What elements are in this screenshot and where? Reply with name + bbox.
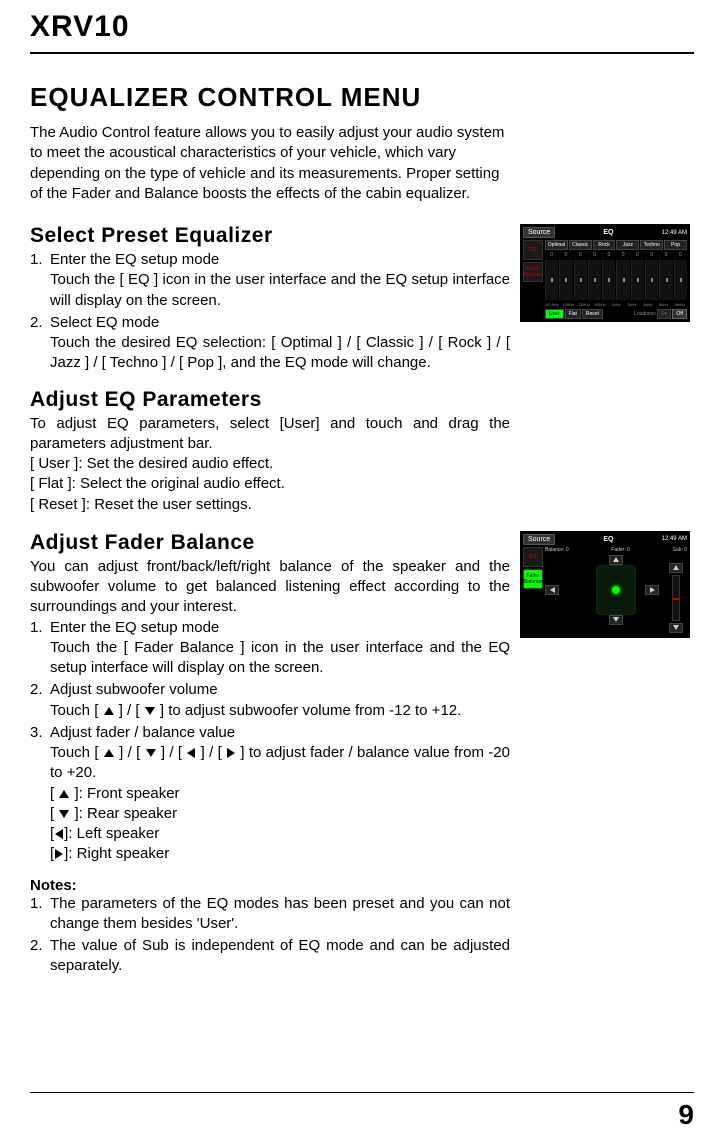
up-triangle-icon bbox=[104, 749, 114, 757]
shot-title: EQ bbox=[603, 229, 613, 236]
down-triangle-icon bbox=[146, 749, 156, 757]
preset-step2-body: Touch the desired EQ selection: [ Optima… bbox=[50, 333, 510, 374]
params-user: [ User ]: Set the desired audio effect. bbox=[30, 454, 510, 474]
balance-value: Balance: 0 bbox=[545, 547, 569, 553]
fader-step3-body: Touch [ ] / [ ] / [ ] / [ ] to adjust fa… bbox=[50, 743, 510, 784]
fader-step2-title: Adjust subwoofer volume bbox=[50, 680, 510, 700]
preset-tabs: Optimal Classic Rock Jazz Techno Pop bbox=[545, 240, 687, 250]
left-triangle-icon bbox=[55, 829, 63, 839]
sub-bar bbox=[672, 575, 680, 621]
source-button: Source bbox=[523, 227, 555, 238]
fader-step1-body: Touch the [ Fader Balance ] icon in the … bbox=[50, 638, 510, 679]
sub-up bbox=[669, 563, 683, 573]
source-button: Source bbox=[523, 534, 555, 545]
eq-button-row: User Flat Reset Loudness On Off bbox=[545, 309, 687, 319]
left-triangle-icon bbox=[187, 748, 195, 758]
loudness-label: Loudness bbox=[634, 311, 656, 317]
side-eq: EQ bbox=[523, 240, 543, 260]
product-model: XRV10 bbox=[30, 10, 694, 44]
user-btn: User bbox=[545, 309, 564, 319]
preset-step2-title: Select EQ mode bbox=[50, 313, 510, 333]
notes-heading: Notes: bbox=[30, 877, 510, 894]
page-number: 9 bbox=[678, 1099, 694, 1131]
side-fader: Fader Balance bbox=[523, 569, 543, 589]
side-eq: EQ bbox=[523, 547, 543, 567]
rear-speaker-line: [ ]: Rear speaker bbox=[50, 804, 510, 824]
preset-step-1: Enter the EQ setup mode Touch the [ EQ ]… bbox=[30, 250, 510, 311]
eq-freqs: 62.5Hz125Hz250Hz500Hz1kHz2kHz4kHz8kHz16k… bbox=[545, 302, 687, 307]
fader-step2-body: Touch [ ] / [ ] to adjust subwoofer volu… bbox=[50, 701, 510, 721]
left-speaker-line: []: Left speaker bbox=[50, 824, 510, 844]
on-btn: On bbox=[657, 309, 672, 319]
sub-value: Sub: 0 bbox=[673, 547, 687, 553]
shot-time: 12:49 AM bbox=[662, 230, 687, 236]
fader-steps: Enter the EQ setup mode Touch the [ Fade… bbox=[30, 618, 510, 865]
section-title: EQUALIZER CONTROL MENU bbox=[30, 82, 694, 113]
header-rule bbox=[30, 52, 694, 54]
front-speaker-line: [ ]: Front speaker bbox=[50, 784, 510, 804]
shot-time: 12:49 AM bbox=[662, 536, 687, 542]
note-1: The parameters of the EQ modes has been … bbox=[30, 894, 510, 935]
up-triangle-icon bbox=[104, 707, 114, 715]
preset-step1-body: Touch the [ EQ ] icon in the user interf… bbox=[50, 270, 510, 311]
fader-step3-title: Adjust fader / balance value bbox=[50, 723, 510, 743]
preset-steps: Enter the EQ setup mode Touch the [ EQ ]… bbox=[30, 250, 510, 374]
sub-down bbox=[669, 623, 683, 633]
fader-panel: Balance: 0 Fader: 0 Sub: 0 bbox=[545, 547, 687, 635]
fader-screenshot: Source EQ 12:49 AM EQ Fader Balance Bala… bbox=[520, 531, 690, 638]
params-heading: Adjust EQ Parameters bbox=[30, 388, 694, 412]
preset-step1-title: Enter the EQ setup mode bbox=[50, 250, 510, 270]
arrow-up bbox=[609, 555, 623, 565]
footer-rule bbox=[30, 1092, 694, 1093]
params-body: To adjust EQ parameters, select [User] a… bbox=[30, 414, 510, 455]
eq-screenshot: Source EQ 12:49 AM EQ Fader Balance Opti… bbox=[520, 224, 690, 322]
fader-step-3: Adjust fader / balance value Touch [ ] /… bbox=[30, 723, 510, 865]
fader-value: Fader: 0 bbox=[611, 547, 630, 553]
fader-step-2: Adjust subwoofer volume Touch [ ] / [ ] … bbox=[30, 680, 510, 721]
car-graphic bbox=[596, 565, 636, 615]
flat-btn: Flat bbox=[565, 309, 581, 319]
sub-controls bbox=[665, 563, 687, 633]
up-triangle-icon bbox=[59, 790, 69, 798]
eq-sliders bbox=[545, 260, 687, 300]
params-reset: [ Reset ]: Reset the user settings. bbox=[30, 495, 510, 515]
right-triangle-icon bbox=[55, 849, 63, 859]
right-triangle-icon bbox=[227, 748, 235, 758]
down-triangle-icon bbox=[145, 707, 155, 715]
fader-step1-title: Enter the EQ setup mode bbox=[50, 618, 510, 638]
params-flat: [ Flat ]: Select the original audio effe… bbox=[30, 474, 510, 494]
right-speaker-line: []: Right speaker bbox=[50, 844, 510, 864]
arrow-right bbox=[645, 585, 659, 595]
intro-paragraph: The Audio Control feature allows you to … bbox=[30, 123, 510, 204]
fader-step-1: Enter the EQ setup mode Touch the [ Fade… bbox=[30, 618, 510, 679]
preset-step-2: Select EQ mode Touch the desired EQ sele… bbox=[30, 313, 510, 374]
arrow-down bbox=[609, 615, 623, 625]
shot-title: EQ bbox=[603, 536, 613, 543]
reset-btn: Reset bbox=[582, 309, 603, 319]
arrow-left bbox=[545, 585, 559, 595]
notes-list: The parameters of the EQ modes has been … bbox=[30, 894, 510, 977]
off-btn: Off bbox=[672, 309, 687, 319]
preset-heading: Select Preset Equalizer bbox=[30, 224, 510, 248]
side-fader: Fader Balance bbox=[523, 262, 543, 282]
fader-intro: You can adjust front/back/left/right bal… bbox=[30, 557, 510, 618]
note-2: The value of Sub is independent of EQ mo… bbox=[30, 936, 510, 977]
fader-heading: Adjust Fader Balance bbox=[30, 531, 510, 555]
down-triangle-icon bbox=[59, 810, 69, 818]
eq-values: 0000000000 bbox=[545, 252, 687, 258]
